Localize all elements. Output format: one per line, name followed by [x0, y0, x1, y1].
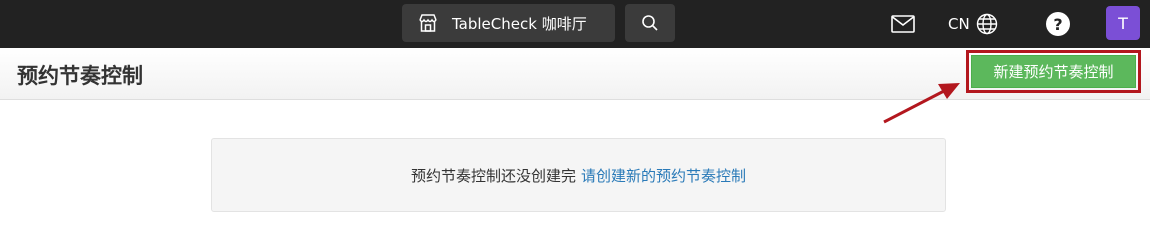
top-navbar: TableCheck 咖啡厅 CN ? T: [0, 0, 1150, 48]
globe-icon: [976, 13, 998, 35]
storefront-icon: [418, 13, 438, 33]
search-button[interactable]: [625, 4, 675, 42]
venue-switcher-button[interactable]: TableCheck 咖啡厅: [402, 4, 615, 42]
language-switcher[interactable]: CN: [948, 10, 998, 38]
annotation-arrow: [883, 83, 960, 124]
page-title: 预约节奏控制: [17, 64, 143, 88]
mail-icon: [891, 15, 915, 33]
messages-button[interactable]: [890, 12, 916, 36]
avatar-initial: T: [1118, 13, 1128, 33]
help-icon: ?: [1053, 14, 1063, 34]
empty-state-message: 预约节奏控制还没创建完: [410, 166, 576, 185]
highlight-box: 新建预约节奏控制: [966, 50, 1141, 93]
new-pacing-control-button[interactable]: 新建预约节奏控制: [971, 55, 1136, 88]
venue-name: TableCheck 咖啡厅: [452, 14, 587, 33]
search-icon: [641, 14, 659, 32]
user-avatar[interactable]: T: [1106, 6, 1140, 40]
empty-state-panel: 预约节奏控制还没创建完 请创建新的预约节奏控制: [211, 138, 946, 212]
create-pacing-control-link[interactable]: 请创建新的预约节奏控制: [581, 165, 746, 186]
help-button[interactable]: ?: [1046, 12, 1070, 36]
language-code: CN: [948, 15, 970, 33]
